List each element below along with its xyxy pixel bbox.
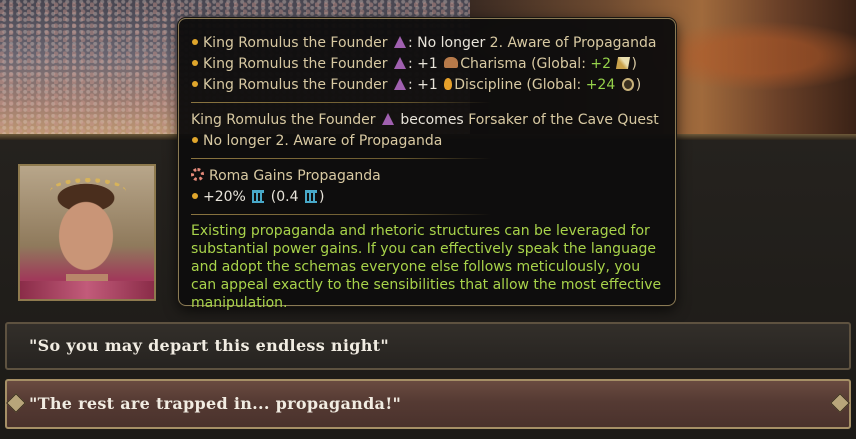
bullet-icon: [192, 193, 198, 199]
propaganda-gear-icon: [191, 168, 204, 181]
character-link[interactable]: King Romulus the Founder: [191, 112, 376, 128]
character-link[interactable]: King Romulus the Founder: [203, 35, 388, 51]
character-triangle-icon: [381, 113, 394, 125]
laurel-wreath-icon: [50, 178, 126, 205]
quest-effect-text: No longer 2. Aware of Propaganda: [203, 133, 443, 149]
quill-icon: [616, 57, 631, 69]
bullet-icon: [192, 137, 198, 143]
stat-name: Discipline: [454, 77, 522, 93]
choice-button-propaganda[interactable]: "The rest are trapped in... propaganda!": [5, 379, 851, 429]
choice-button-depart[interactable]: "So you may depart this endless night": [5, 322, 851, 370]
quest-row: King Romulus the Founder becomes Forsake…: [191, 110, 663, 131]
effect-text: : +1: [407, 77, 443, 93]
global-prefix: (Global:: [526, 56, 591, 72]
medal-icon: [621, 78, 634, 91]
gain-title-row: Roma Gains Propaganda: [191, 166, 663, 187]
effect-text: : No longer: [407, 35, 490, 51]
character-triangle-icon: [393, 78, 406, 90]
quest-effect-row: No longer 2. Aware of Propaganda: [191, 131, 663, 152]
global-suffix: ): [631, 56, 637, 72]
gain-value: +20%: [203, 189, 246, 205]
selection-diamond-icon: [830, 393, 850, 413]
character-portrait[interactable]: [18, 164, 156, 301]
pillar-icon: [252, 190, 265, 203]
character-link[interactable]: King Romulus the Founder: [203, 56, 388, 72]
character-triangle-icon: [393, 36, 406, 48]
becomes-text: becomes: [395, 112, 469, 128]
character-link[interactable]: King Romulus the Founder: [203, 77, 388, 93]
bullet-icon: [192, 39, 198, 45]
bullet-icon: [192, 60, 198, 66]
gain-value-row: +20% (0.4 ): [191, 187, 663, 208]
portrait-robe: [20, 281, 154, 299]
gain-title: Roma Gains Propaganda: [209, 168, 381, 184]
choice-label: "The rest are trapped in... propaganda!": [29, 394, 402, 413]
discipline-flame-icon: [444, 78, 453, 90]
effect-text: : +1: [407, 56, 443, 72]
bullet-icon: [192, 81, 198, 87]
tooltip-description: Existing propaganda and rhetoric structu…: [191, 223, 662, 311]
global-value: +24: [585, 77, 616, 93]
tooltip-divider: [191, 102, 491, 103]
effect-row: King Romulus the Founder : +1 Discipline…: [191, 75, 663, 96]
global-prefix: (Global:: [521, 77, 586, 93]
effect-value: 2. Aware of Propaganda: [489, 35, 657, 51]
effect-row: King Romulus the Founder : No longer 2. …: [191, 33, 663, 54]
effect-row: King Romulus the Founder : +1 Charisma (…: [191, 54, 663, 75]
stat-name: Charisma: [460, 56, 527, 72]
global-suffix: ): [635, 77, 642, 93]
tooltip-divider: [191, 158, 491, 159]
gain-paren-close: ): [318, 189, 325, 205]
charisma-heart-icon: [444, 57, 459, 68]
effects-tooltip: King Romulus the Founder : No longer 2. …: [178, 18, 676, 311]
selection-diamond-icon: [6, 393, 26, 413]
gain-paren-open: (0.4: [266, 189, 303, 205]
tooltip-divider: [191, 214, 491, 215]
quest-name[interactable]: Forsaker of the Cave Quest: [468, 112, 659, 128]
global-value: +2: [590, 56, 612, 72]
pillar-icon: [304, 190, 317, 203]
character-triangle-icon: [393, 57, 406, 69]
choice-label: "So you may depart this endless night": [29, 336, 389, 355]
